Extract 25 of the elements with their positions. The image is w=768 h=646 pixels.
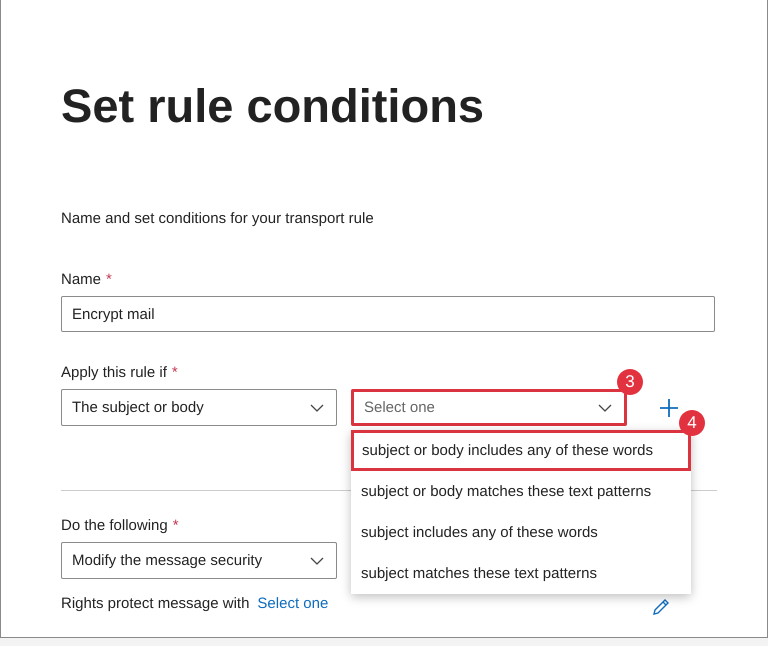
page-title: Set rule conditions [61,78,486,134]
name-field[interactable]: Encrypt mail [61,296,715,332]
required-mark: * [172,517,179,534]
menu-option[interactable]: subject includes any of these words [351,512,691,553]
select-link[interactable]: Select one [257,594,328,612]
menu-option[interactable]: subject matches these text patterns [351,553,691,594]
add-icon[interactable] [659,398,679,418]
menu-option[interactable]: subject or body matches these text patterns [351,471,691,512]
required-mark: * [106,271,112,288]
step-badge: 3 [617,369,643,395]
field-label: Name [61,271,102,288]
chevron-icon [310,404,324,412]
condition-dropdown[interactable]: Select one [351,389,627,426]
description: Name and set conditions for your transport rule [61,210,375,227]
required-mark: * [172,364,178,381]
chevron-icon [310,556,324,564]
field-label: Apply this rule if [61,364,167,381]
condition-dropdown[interactable]: The subject or body [61,389,337,426]
field-label: Rights protect message with [61,594,250,612]
pencil-icon[interactable] [651,597,671,617]
field-label: Do the following [61,517,168,534]
action-dropdown[interactable]: Modify the message security [61,542,337,579]
step-badge: 4 [679,410,705,436]
chevron-icon [598,404,612,412]
menu-option[interactable]: subject or body includes any of these words [351,430,691,471]
